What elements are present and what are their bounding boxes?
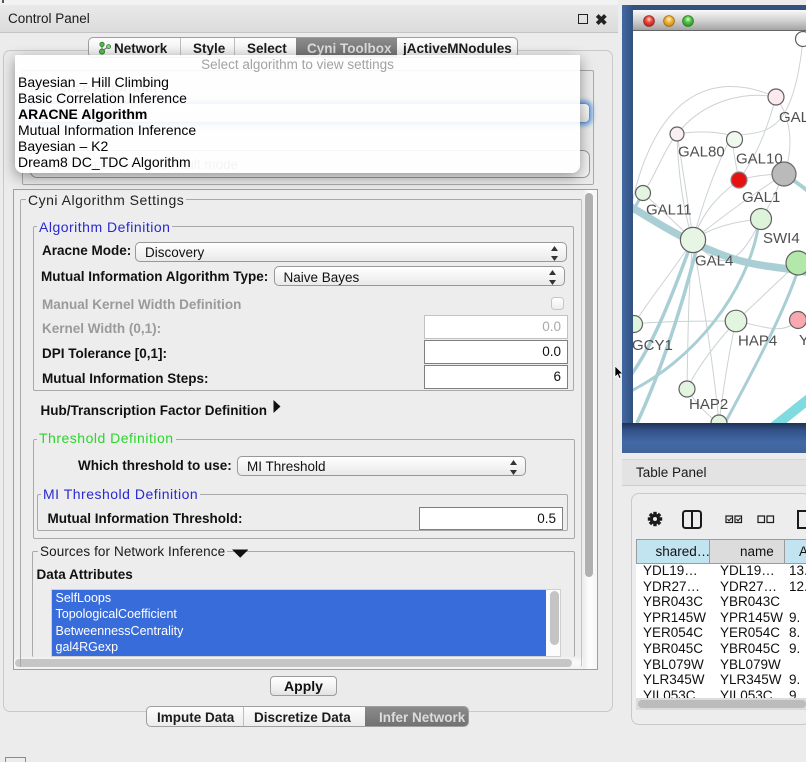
svg-text:HAP2: HAP2 (689, 396, 728, 413)
svg-text:GAL1: GAL1 (742, 189, 780, 206)
svg-text:GAL11: GAL11 (646, 202, 692, 219)
svg-text:GAL80: GAL80 (678, 144, 725, 161)
svg-text:GAL4: GAL4 (695, 253, 733, 270)
svg-text:Y: Y (799, 332, 806, 349)
svg-text:GCY1: GCY1 (633, 337, 673, 354)
svg-text:GAL: GAL (779, 109, 806, 126)
svg-text:SWI4: SWI4 (763, 230, 800, 247)
svg-text:GAL10: GAL10 (736, 151, 783, 168)
svg-text:HAP4: HAP4 (738, 333, 777, 350)
